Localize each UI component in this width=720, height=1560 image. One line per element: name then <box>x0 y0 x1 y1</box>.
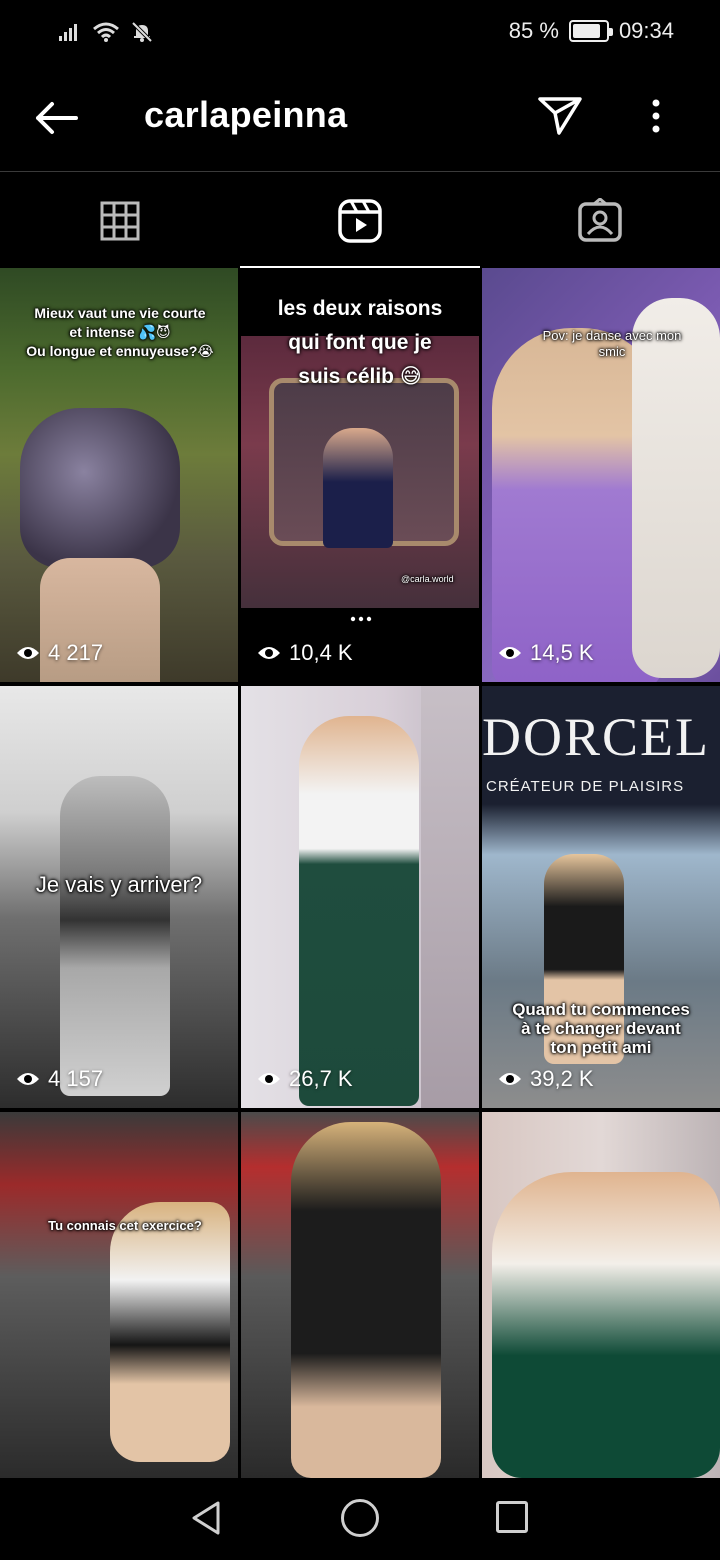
view-count: 4 157 <box>16 1066 103 1092</box>
nav-home-icon[interactable] <box>341 1499 379 1537</box>
reel-caption: Je vais y arriver? <box>35 872 203 897</box>
view-count: 10,4 K <box>257 640 353 666</box>
more-vertical-icon <box>652 99 660 133</box>
grid-icon <box>100 201 140 240</box>
store-sign-subtitle: CRÉATEUR DE PLAISIRS <box>486 778 685 795</box>
watermark: @carla.world <box>401 574 454 584</box>
reel-tile[interactable]: Mieux vaut une vie courte et intense 💦😈 … <box>0 268 238 682</box>
view-count-label: 4 217 <box>48 640 104 665</box>
more-horizontal-icon[interactable] <box>350 616 372 622</box>
profile-tabs <box>0 173 720 268</box>
tagged-icon <box>578 197 622 242</box>
reel-caption: Quand tu commences à te changer devant t… <box>512 1000 690 1057</box>
eye-icon <box>499 1073 521 1085</box>
profile-header: carlapeinna <box>0 64 720 172</box>
back-arrow-icon <box>36 102 78 134</box>
reel-tile[interactable]: Je vais y arriver? 4 157 <box>0 686 238 1108</box>
view-count-label: 14,5 K <box>530 640 594 665</box>
more-options-button[interactable] <box>636 94 676 138</box>
reels-icon <box>338 198 382 243</box>
reel-tile[interactable]: DORCEL CRÉATEUR DE PLAISIRS Quand tu com… <box>482 686 720 1108</box>
view-count-label: 4 157 <box>48 1066 104 1091</box>
thumbnail-image <box>291 1122 441 1478</box>
view-count-label: 26,7 K <box>289 1066 353 1091</box>
reel-tile[interactable]: Pov: je danse avec mon smic 14,5 K <box>482 268 720 682</box>
reels-grid: Mieux vaut une vie courte et intense 💦😈 … <box>0 268 720 1478</box>
back-button[interactable] <box>28 94 84 142</box>
tab-reels[interactable] <box>240 173 480 268</box>
reel-tile[interactable]: Tu connais cet exercice? <box>0 1112 238 1478</box>
battery-percent: 85 % <box>508 18 559 43</box>
thumbnail-image <box>492 1172 720 1478</box>
thumbnail-image <box>323 428 393 548</box>
signal-icon <box>59 24 77 41</box>
reel-tile[interactable] <box>482 1112 720 1478</box>
wifi-icon <box>93 22 119 42</box>
thumbnail-image <box>299 716 419 1106</box>
eye-icon <box>499 647 521 659</box>
nav-back-icon[interactable] <box>186 1498 226 1538</box>
thumbnail-image <box>421 686 479 1108</box>
reel-tile[interactable] <box>241 1112 479 1478</box>
tab-tagged[interactable] <box>480 173 720 268</box>
profile-username: carlapeinna <box>144 94 348 135</box>
nav-recents-icon[interactable] <box>496 1501 528 1533</box>
eye-icon <box>17 647 39 659</box>
status-bar: 85 % 09:34 <box>0 0 720 64</box>
reel-caption: les deux raisons qui font que je suis cé… <box>277 297 443 388</box>
eye-icon <box>258 1073 280 1085</box>
send-button[interactable] <box>534 90 586 142</box>
view-count: 26,7 K <box>257 1066 353 1092</box>
thumbnail-image <box>60 776 170 1096</box>
thumbnail-image <box>20 408 180 568</box>
bell-off-icon <box>131 21 153 43</box>
tab-grid[interactable] <box>0 173 240 268</box>
send-icon <box>538 97 582 135</box>
reel-caption: Mieux vaut une vie courte et intense 💦😈 … <box>26 305 214 359</box>
view-count: 39,2 K <box>498 1066 594 1092</box>
view-count-label: 39,2 K <box>530 1066 594 1091</box>
view-count: 14,5 K <box>498 640 594 666</box>
store-sign: DORCEL <box>482 707 710 767</box>
reel-caption: Pov: je danse avec mon smic <box>542 328 682 359</box>
battery-level <box>572 24 601 38</box>
battery-icon <box>568 20 613 42</box>
system-navigation-bar <box>0 1478 720 1560</box>
eye-icon <box>17 1073 39 1085</box>
eye-icon <box>258 647 280 659</box>
reel-tile[interactable]: les deux raisons qui font que je suis cé… <box>241 268 479 682</box>
reel-tile[interactable]: 26,7 K <box>241 686 479 1108</box>
thumbnail-image <box>110 1202 230 1462</box>
clock: 09:34 <box>618 18 674 43</box>
view-count: 4 217 <box>16 640 103 666</box>
reel-caption: Tu connais cet exercice? <box>48 1218 202 1233</box>
view-count-label: 10,4 K <box>289 640 353 665</box>
